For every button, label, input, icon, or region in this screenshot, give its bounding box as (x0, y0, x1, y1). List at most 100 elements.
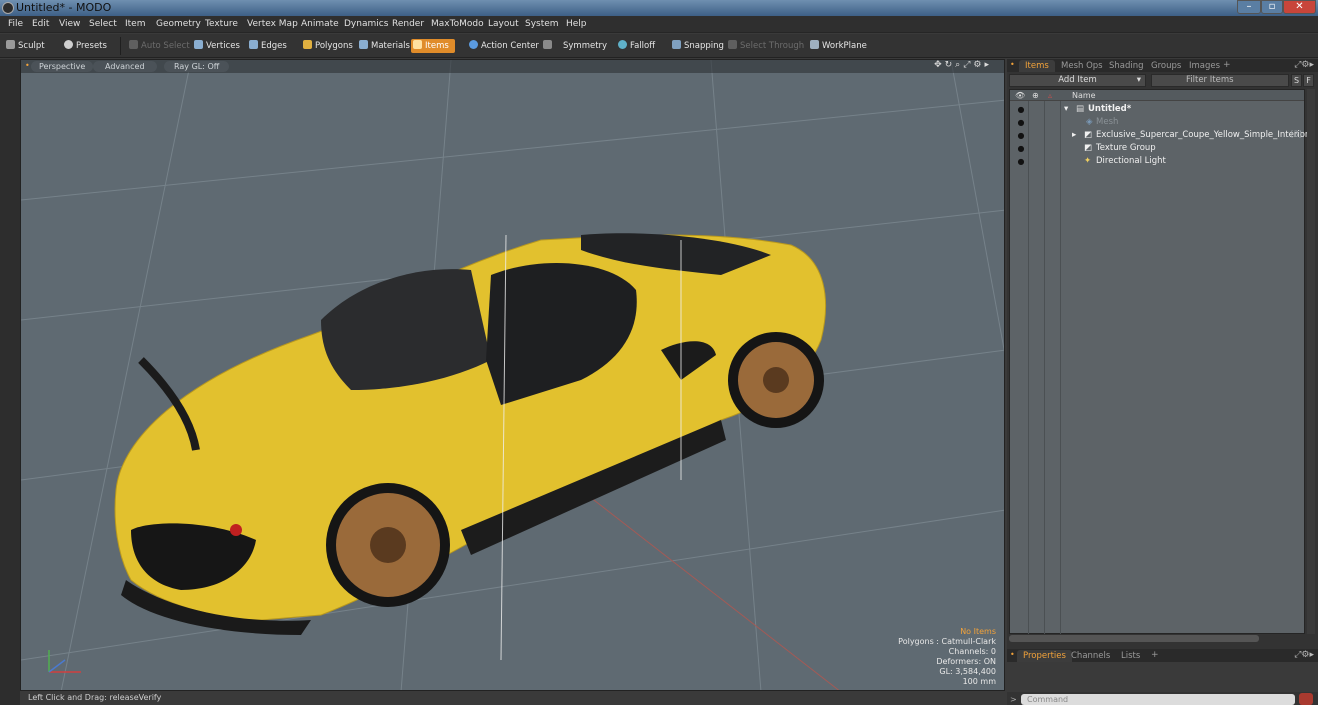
filter-items-input[interactable]: Filter Items (1151, 74, 1289, 87)
action-center-button[interactable]: Action Center (469, 39, 539, 53)
list-scrollbar[interactable] (1307, 89, 1315, 634)
panel-dot-icon: • (1010, 650, 1015, 659)
falloff-icon (618, 40, 627, 49)
select-through-icon (728, 40, 737, 49)
column-divider (1044, 101, 1045, 634)
workplane-icon (810, 40, 819, 49)
menu-animate[interactable]: Animate (301, 19, 339, 29)
shading-mode-dropdown[interactable]: Advanced (93, 61, 157, 72)
command-history-button[interactable] (1299, 693, 1313, 705)
edges-mode-button[interactable]: Edges (249, 39, 287, 53)
tab-items[interactable]: Items (1019, 60, 1055, 72)
vertices-mode-button[interactable]: Vertices (194, 39, 240, 53)
symmetry-icon (543, 40, 552, 49)
menu-vertex-map[interactable]: Vertex Map (247, 19, 298, 29)
dropdown-arrow-icon: ▾ (1136, 75, 1141, 85)
stats-scale: 100 mm (962, 677, 996, 686)
menu-maxtomodo[interactable]: MaxToModo (431, 19, 484, 29)
vertices-icon (194, 40, 203, 49)
f-button[interactable]: F (1303, 74, 1314, 87)
x-axis-line (580, 489, 840, 690)
expand-arrow-icon[interactable]: ▸ (1072, 129, 1076, 142)
panel-options-icon[interactable]: ⤢⚙▸ (1294, 60, 1314, 70)
items-mode-button[interactable]: Items (411, 39, 455, 53)
viewport-scene (21, 60, 1004, 690)
add-item-button[interactable]: Add Item ▾ (1009, 74, 1146, 87)
toolbar-divider (120, 37, 121, 55)
viewport-stats: No Items Polygons : Catmull-Clark Channe… (898, 627, 996, 687)
menu-select[interactable]: Select (89, 19, 117, 29)
sculpt-button[interactable]: Sculpt (6, 39, 45, 53)
menu-layout[interactable]: Layout (488, 19, 519, 29)
modo-app-icon (2, 2, 14, 14)
menu-edit[interactable]: Edit (32, 19, 49, 29)
polygons-icon (303, 40, 312, 49)
properties-panel (1007, 662, 1318, 692)
list-item-untitled[interactable]: ● ▾ ▤ Untitled* (1010, 103, 1304, 116)
add-tab-icon[interactable]: + (1223, 60, 1231, 70)
name-column-header: Name (1072, 91, 1096, 100)
visibility-eye-icon[interactable]: ● (1014, 129, 1028, 142)
command-input[interactable]: Command (1021, 694, 1295, 705)
add-tab-icon[interactable]: + (1151, 650, 1159, 660)
viewport-nav-icons[interactable]: ✥↻⌕⤢⚙▸ (934, 60, 992, 70)
panel-dot-icon: • (1010, 60, 1015, 69)
visibility-eye-icon[interactable]: ● (1014, 142, 1028, 155)
list-item-mesh[interactable]: ● ◈ Mesh (1010, 116, 1304, 129)
visibility-eye-icon[interactable]: ● (1014, 155, 1028, 168)
menu-dynamics[interactable]: Dynamics (344, 19, 388, 29)
stats-polygons: Polygons : Catmull-Clark (898, 637, 996, 646)
workplane-button[interactable]: WorkPlane (810, 39, 867, 53)
symmetry-button[interactable]: Symmetry (543, 39, 607, 53)
menu-help[interactable]: Help (566, 19, 587, 29)
menu-texture[interactable]: Texture (205, 19, 238, 29)
stats-channels: Channels: 0 (948, 647, 996, 656)
visibility-eye-icon[interactable]: ● (1014, 103, 1028, 116)
menu-bar: File Edit View Select Item Geometry Text… (0, 16, 1318, 33)
tab-shading[interactable]: Shading (1103, 60, 1150, 72)
tab-images[interactable]: Images (1183, 60, 1226, 72)
expand-arrow-icon[interactable]: ▾ (1064, 103, 1068, 116)
bottom-panel-tabs: • Properties Channels Lists + ⤢⚙▸ (1007, 649, 1318, 662)
edges-icon (249, 40, 258, 49)
menu-geometry[interactable]: Geometry (156, 19, 201, 29)
select-through-toggle[interactable]: Select Through (728, 39, 804, 53)
close-button[interactable]: ✕ (1283, 0, 1316, 14)
auto-select-toggle[interactable]: Auto Select (129, 39, 190, 53)
raygl-toggle[interactable]: Ray GL: Off (164, 61, 230, 72)
materials-icon (359, 40, 368, 49)
warning-column-icon: ▵ (1048, 91, 1053, 100)
list-item-directional-light[interactable]: ● ✦ Directional Light (1010, 155, 1304, 168)
tab-properties[interactable]: Properties (1017, 650, 1072, 662)
materials-mode-button[interactable]: Materials (359, 39, 410, 53)
mesh-icon: ◈ (1086, 117, 1093, 127)
menu-item[interactable]: Item (125, 19, 146, 29)
menu-view[interactable]: View (59, 19, 80, 29)
menu-system[interactable]: System (525, 19, 559, 29)
tab-groups[interactable]: Groups (1145, 60, 1187, 72)
list-item-supercar[interactable]: ● ▸ ◩ Exclusive_Supercar_Coupe_Yellow_Si… (1010, 129, 1309, 142)
panel-options-icon[interactable]: ⤢⚙▸ (1294, 650, 1314, 660)
list-item-texture-group[interactable]: ● ◩ Texture Group (1010, 142, 1304, 155)
visibility-eye-icon[interactable]: ● (1014, 116, 1028, 129)
view-type-dropdown[interactable]: Perspective (31, 61, 94, 72)
locator-icon: ◩ (1084, 130, 1093, 140)
tab-channels[interactable]: Channels (1065, 650, 1116, 662)
presets-button[interactable]: Presets (64, 39, 107, 53)
list-horizontal-scrollbar[interactable] (1009, 635, 1259, 642)
tab-mesh-ops[interactable]: Mesh Ops (1055, 60, 1109, 72)
s-button[interactable]: S (1291, 74, 1302, 87)
auto-select-icon (129, 40, 138, 49)
command-prompt-icon: > (1010, 695, 1017, 704)
menu-render[interactable]: Render (392, 19, 424, 29)
menu-file[interactable]: File (8, 19, 23, 29)
polygons-mode-button[interactable]: Polygons (303, 39, 353, 53)
maximize-button[interactable]: ▫ (1261, 0, 1283, 14)
minimize-button[interactable]: – (1237, 0, 1261, 14)
viewport-dot-icon: • (25, 61, 30, 70)
viewport-header: • Perspective Advanced Ray GL: Off ✥↻⌕⤢⚙… (21, 60, 1004, 73)
3d-viewport[interactable]: • Perspective Advanced Ray GL: Off ✥↻⌕⤢⚙… (20, 59, 1005, 691)
tab-lists[interactable]: Lists (1115, 650, 1146, 662)
falloff-button[interactable]: Falloff (618, 39, 655, 53)
snapping-button[interactable]: Snapping (672, 39, 724, 53)
